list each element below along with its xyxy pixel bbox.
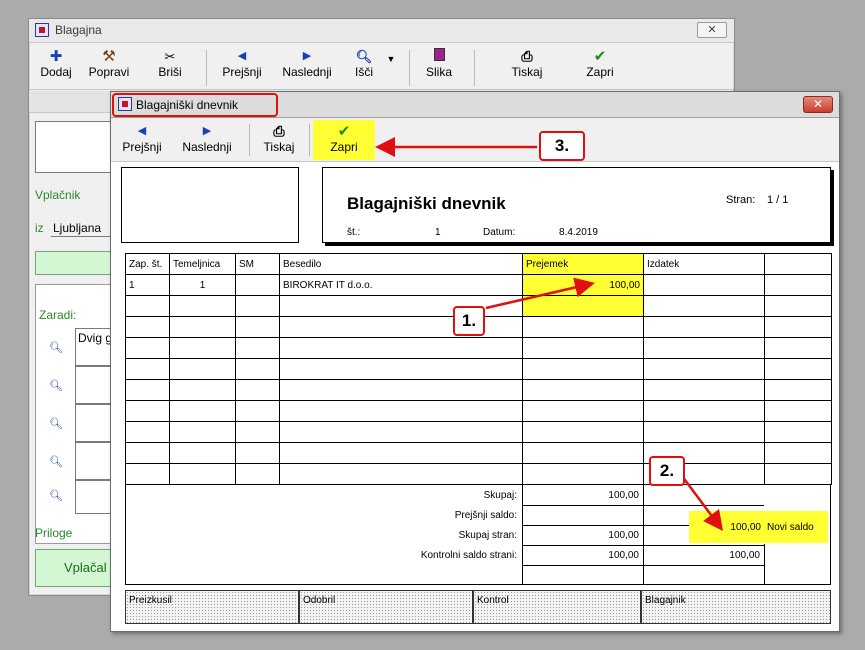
callout-3: 3. bbox=[539, 131, 585, 161]
annotation-arrows bbox=[375, 137, 723, 532]
callout-2: 2. bbox=[649, 456, 685, 486]
callout-1: 1. bbox=[453, 306, 485, 336]
arrow-2 bbox=[680, 475, 723, 532]
arrow-1 bbox=[485, 277, 595, 310]
